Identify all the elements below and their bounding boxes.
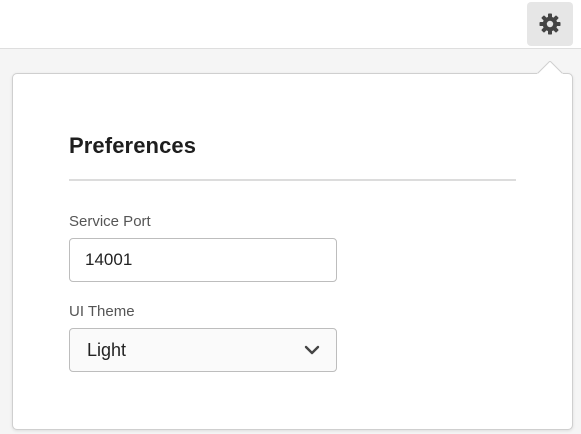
ui-theme-label: UI Theme [69,303,135,320]
top-bar [0,0,581,49]
chevron-down-icon [304,345,320,355]
preferences-popover: Preferences Service Port UI Theme Light [12,73,573,430]
ui-theme-select[interactable]: Light [69,328,337,372]
service-port-label: Service Port [69,213,151,230]
service-port-input[interactable] [69,238,337,282]
page-title: Preferences [69,133,197,158]
title-divider [69,179,516,181]
ui-theme-selected-value: Light [87,339,127,360]
gear-icon [539,13,561,35]
settings-button[interactable] [527,2,573,46]
